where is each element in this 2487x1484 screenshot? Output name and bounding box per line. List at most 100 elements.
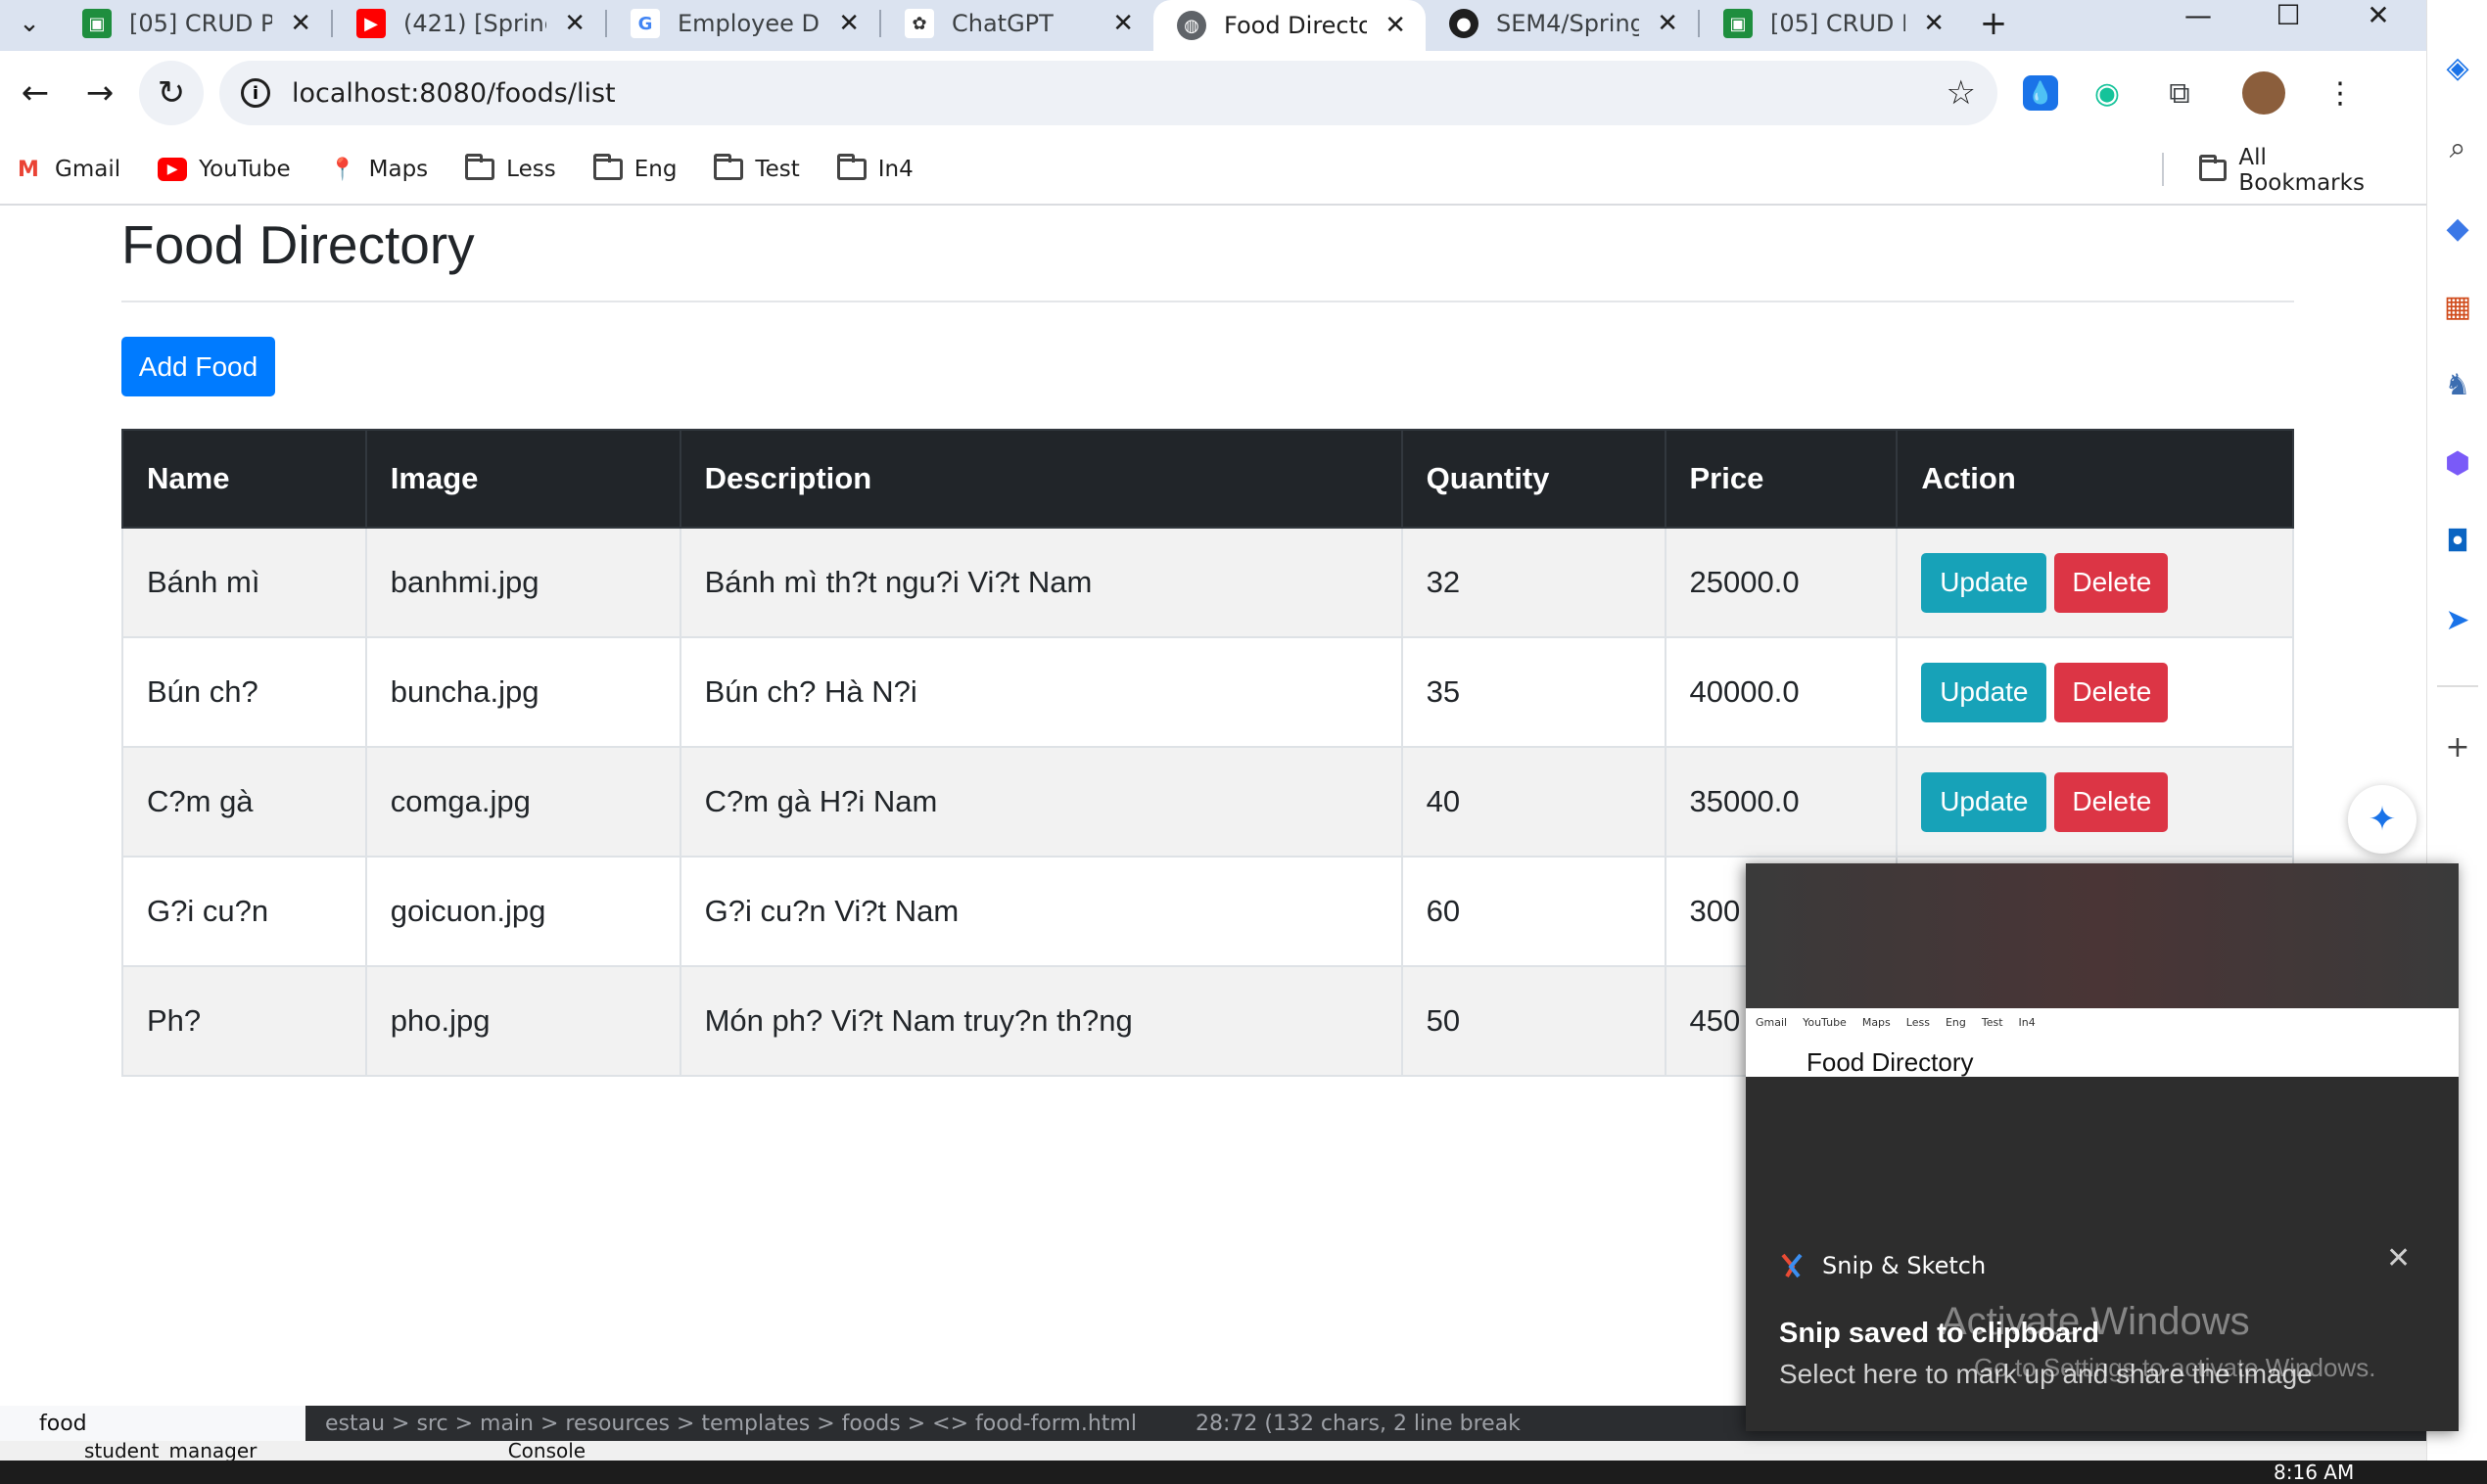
cell-actions: Update Delete — [1896, 636, 2294, 748]
maximize-icon[interactable]: ☐ — [2254, 0, 2323, 31]
tab-2[interactable]: ▶ (421) [Spring ✕ — [333, 0, 605, 47]
update-button[interactable]: Update — [1921, 771, 2047, 832]
toolbox-icon[interactable]: ▦ — [2437, 286, 2478, 327]
tag-icon[interactable]: ◆ — [2437, 208, 2478, 249]
close-icon[interactable]: ✕ — [1657, 9, 1678, 38]
ide-tree-item[interactable]: student_manager — [84, 1439, 257, 1462]
ide-cursor-status: 28:72 (132 chars, 2 line break — [1195, 1411, 1521, 1436]
all-bookmarks[interactable]: All Bookmarks — [2199, 135, 2389, 206]
browser-menu-icon[interactable]: ⋮ — [2317, 70, 2364, 116]
tab-1[interactable]: ▣ [05] CRUD Pr ✕ — [59, 0, 331, 47]
cell-image: comga.jpg — [364, 746, 681, 858]
tab-5-active[interactable]: ◍ Food Directo ✕ — [1153, 0, 1426, 51]
reload-icon[interactable]: ↻ — [139, 61, 204, 125]
thumb-bookmark: Test — [1981, 1016, 2003, 1029]
browser-toolbar: ← → ↻ i localhost:8080/foods/list ☆ 💧 ◉ … — [0, 51, 2426, 135]
add-plus-icon[interactable]: + — [2437, 726, 2478, 767]
extensions-puzzle-icon[interactable]: ⧉ — [2156, 70, 2203, 116]
cell-price: 25000.0 — [1664, 527, 1899, 638]
toast-app-header: Snip & Sketch — [1779, 1251, 1986, 1280]
delete-button[interactable]: Delete — [2054, 771, 2169, 832]
tab-7[interactable]: ▣ [05] CRUD Pr ✕ — [1700, 0, 1964, 47]
cell-description: Bún ch? Hà N?i — [679, 636, 1403, 748]
cell-name: Ph? — [121, 965, 367, 1077]
tab-title: ChatGPT — [952, 10, 1054, 37]
bookmark-youtube[interactable]: ▶ YouTube — [158, 157, 291, 182]
thumb-bookmark: Gmail — [1756, 1016, 1788, 1029]
thumb-bookmark: Maps — [1861, 1016, 1891, 1029]
thumb-page-title: Food Directory — [1807, 1047, 1974, 1077]
cell-name: C?m gà — [121, 746, 367, 858]
back-arrow-icon[interactable]: ← — [6, 64, 65, 122]
bookmark-folder-eng[interactable]: Eng — [592, 154, 677, 182]
send-icon[interactable]: ➤ — [2437, 599, 2478, 640]
table-row: Bún ch? buncha.jpg Bún ch? Hà N?i 35 400… — [121, 636, 2294, 748]
address-bar[interactable]: i localhost:8080/foods/list ☆ — [219, 61, 1997, 125]
tab-4[interactable]: ✿ ChatGPT ✕ — [881, 0, 1153, 47]
cell-image: buncha.jpg — [364, 636, 681, 748]
add-food-button[interactable]: Add Food — [121, 337, 275, 396]
cell-image: banhmi.jpg — [364, 527, 681, 638]
toast-close-icon[interactable]: ✕ — [2386, 1241, 2411, 1275]
games-icon[interactable]: ♞ — [2437, 364, 2478, 405]
forward-arrow-icon[interactable]: → — [70, 64, 129, 122]
thumb-bookmark: Eng — [1945, 1016, 1966, 1029]
ide-console-tab[interactable]: Console — [508, 1439, 586, 1462]
grammarly-extension-icon[interactable]: ◉ — [2084, 70, 2131, 116]
close-icon[interactable]: ✕ — [564, 9, 586, 38]
tab-3[interactable]: G Employee Di ✕ — [607, 0, 879, 47]
bookmark-folder-in4[interactable]: In4 — [836, 154, 914, 182]
bookmark-gmail[interactable]: M Gmail — [14, 157, 120, 182]
tab-search-chevron-icon[interactable]: ⌄ — [0, 0, 59, 47]
bookmark-folder-test[interactable]: Test — [714, 154, 800, 182]
close-icon[interactable]: ✕ — [1112, 9, 1134, 38]
toast-screenshot-thumbnail[interactable]: Gmail YouTube Maps Less Eng Test In4 Foo… — [1746, 1008, 2459, 1077]
bookmark-maps[interactable]: 📍 Maps — [328, 157, 428, 182]
toast-app-name: Snip & Sketch — [1822, 1252, 1987, 1279]
update-button[interactable]: Update — [1921, 552, 2047, 613]
m365-icon[interactable]: ⬢ — [2437, 442, 2478, 484]
cell-description: C?m gà H?i Nam — [679, 746, 1403, 858]
cell-quantity: 40 — [1400, 746, 1666, 858]
outlook-icon[interactable]: ◘ — [2437, 521, 2478, 562]
minimize-icon[interactable]: — — [2164, 0, 2232, 31]
tab-6[interactable]: ● SEM4/Spring ✕ — [1426, 0, 1698, 47]
copilot-sparkle-button[interactable]: ✦ — [2348, 785, 2417, 854]
github-icon: ● — [1449, 9, 1478, 38]
cell-quantity: 60 — [1400, 856, 1666, 967]
delete-button[interactable]: Delete — [2054, 662, 2169, 722]
title-divider — [121, 301, 2294, 302]
search-icon[interactable]: ⌕ — [2437, 127, 2478, 168]
url-text[interactable]: localhost:8080/foods/list — [292, 78, 1925, 109]
ide-breadcrumbs: estau > src > main > resources > templat… — [325, 1411, 1137, 1436]
close-icon[interactable]: ✕ — [290, 9, 311, 38]
update-button[interactable]: Update — [1921, 662, 2047, 722]
folder-icon — [592, 154, 623, 180]
gmail-icon: M — [18, 157, 39, 182]
delete-button[interactable]: Delete — [2054, 552, 2169, 613]
bookmark-star-icon[interactable]: ☆ — [1947, 73, 1976, 113]
google-icon: G — [631, 9, 660, 38]
close-icon[interactable]: ✕ — [1923, 9, 1945, 38]
table-row: Bánh mì banhmi.jpg Bánh mì th?t ngu?i Vi… — [121, 527, 2294, 638]
windows-taskbar: 8:16 AM — [0, 1461, 2487, 1484]
cell-actions: Update Delete — [1896, 746, 2294, 858]
close-icon[interactable]: ✕ — [1384, 11, 1406, 40]
toast-preview — [1746, 863, 2459, 1008]
profile-avatar[interactable] — [2242, 71, 2285, 115]
copilot-icon[interactable]: ◈ — [2437, 47, 2478, 88]
column-header-price: Price — [1664, 429, 1899, 529]
new-tab-plus-icon[interactable]: + — [1964, 0, 2023, 47]
folder-icon — [465, 154, 495, 180]
snip-notification-toast[interactable]: Gmail YouTube Maps Less Eng Test In4 Foo… — [1746, 863, 2459, 1431]
raindrop-extension-icon[interactable]: 💧 — [2023, 75, 2058, 111]
classroom-icon: ▣ — [82, 9, 112, 38]
youtube-icon: ▶ — [158, 158, 188, 181]
site-info-icon[interactable]: i — [241, 78, 270, 108]
activate-windows-watermark: Activate Windows — [1941, 1300, 2250, 1343]
window-close-icon[interactable]: ✕ — [2344, 0, 2413, 31]
bookmark-folder-less[interactable]: Less — [465, 154, 556, 182]
ide-tree-item[interactable]: food — [0, 1406, 305, 1441]
thumb-bookmark: YouTube — [1803, 1016, 1847, 1029]
close-icon[interactable]: ✕ — [838, 9, 860, 38]
